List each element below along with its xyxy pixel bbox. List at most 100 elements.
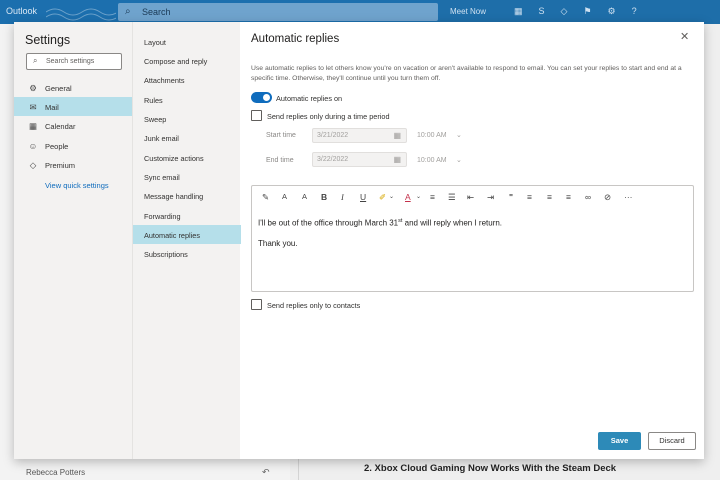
- gear-icon[interactable]: ⚙: [608, 6, 616, 17]
- mail-icon: ✉: [29, 102, 37, 112]
- global-search-box[interactable]: ⌕ Search: [118, 3, 438, 21]
- reply-message-editor[interactable]: ✎ A A B I U ✐ ⌄ A ⌄ ≡ ☰ ⇤ ⇥ " ≡ ≡ ≡ ∞ ⊘ …: [251, 185, 694, 292]
- increase-indent-icon[interactable]: ⇥: [487, 192, 494, 202]
- contacts-only-checkbox[interactable]: [251, 299, 262, 310]
- diamond-icon[interactable]: ◇: [561, 6, 568, 17]
- discard-button[interactable]: Discard: [648, 432, 696, 450]
- contacts-only-label: Send replies only to contacts: [267, 301, 361, 310]
- bold-icon[interactable]: B: [321, 192, 327, 202]
- nav-item-premium[interactable]: ◇ Premium: [14, 155, 132, 174]
- numbered-list-icon[interactable]: ☰: [448, 192, 456, 202]
- topbar-icons: ▦ S ◇ ⚑ ⚙ ?: [514, 6, 637, 17]
- section-label: Sync email: [144, 173, 180, 182]
- section-label: Rules: [144, 96, 163, 105]
- nav-item-mail[interactable]: ✉ Mail: [14, 97, 132, 116]
- nav-item-label: General: [45, 84, 72, 93]
- end-date-picker[interactable]: 3/22/2022 ▦: [312, 152, 407, 167]
- section-sync-email[interactable]: Sync email: [133, 167, 241, 186]
- formatting-toolbar: ✎ A A B I U ✐ ⌄ A ⌄ ≡ ☰ ⇤ ⇥ " ≡ ≡ ≡ ∞ ⊘ …: [252, 186, 693, 208]
- chevron-down-icon[interactable]: ⌄: [416, 192, 421, 202]
- nav-item-label: Premium: [45, 161, 76, 170]
- section-subscriptions[interactable]: Subscriptions: [133, 244, 241, 263]
- message-sender[interactable]: Rebecca Potters: [26, 468, 85, 477]
- time-period-label: Send replies only during a time period: [267, 112, 390, 121]
- font-color-icon[interactable]: A: [405, 192, 411, 202]
- people-icon: ☺: [28, 141, 38, 151]
- help-icon[interactable]: ?: [632, 6, 637, 17]
- end-date-value: 3/22/2022: [317, 156, 349, 163]
- bullet-list-icon[interactable]: ≡: [430, 192, 435, 202]
- section-label: Message handling: [144, 192, 204, 201]
- nav-item-people[interactable]: ☺ People: [14, 136, 132, 155]
- chevron-down-icon: ⌄: [456, 157, 462, 164]
- decrease-indent-icon[interactable]: ⇤: [467, 192, 474, 202]
- section-rules[interactable]: Rules: [133, 90, 241, 109]
- calendar-icon[interactable]: ▦: [514, 6, 523, 17]
- section-message-handling[interactable]: Message handling: [133, 186, 241, 205]
- section-forwarding[interactable]: Forwarding: [133, 206, 241, 225]
- nav-item-label: People: [45, 142, 69, 151]
- app-name[interactable]: Outlook: [6, 6, 37, 16]
- section-attachments[interactable]: Attachments: [133, 70, 241, 89]
- settings-search-input[interactable]: ⌕ Search settings: [26, 53, 122, 70]
- settings-category-nav: Settings ⌕ Search settings ⚙ General ✉ M…: [14, 22, 132, 459]
- gear-icon: ⚙: [29, 83, 37, 93]
- quote-icon[interactable]: ": [509, 192, 513, 202]
- meet-now-button[interactable]: Meet Now: [450, 7, 486, 16]
- link-icon[interactable]: ∞: [585, 192, 591, 202]
- section-layout[interactable]: Layout: [133, 32, 241, 51]
- time-period-checkbox[interactable]: [251, 110, 262, 121]
- auto-replies-toggle-label: Automatic replies on: [276, 94, 343, 103]
- start-time-label: Start time: [266, 132, 296, 139]
- calendar-icon: ▦: [393, 131, 401, 140]
- auto-replies-description: Use automatic replies to let others know…: [251, 65, 682, 82]
- section-label: Attachments: [144, 76, 185, 85]
- more-options-icon[interactable]: ···: [624, 192, 633, 202]
- close-icon[interactable]: ✕: [680, 30, 689, 43]
- panel-title: Automatic replies: [251, 33, 340, 45]
- section-sweep[interactable]: Sweep: [133, 109, 241, 128]
- chevron-down-icon[interactable]: ⌄: [389, 192, 394, 202]
- font-size-icon[interactable]: A: [302, 192, 307, 202]
- settings-dialog: Settings ⌕ Search settings ⚙ General ✉ M…: [14, 22, 704, 459]
- unlink-icon[interactable]: ⊘: [604, 192, 611, 202]
- calendar-icon: ▦: [393, 155, 401, 164]
- calendar-icon: ▦: [28, 121, 38, 131]
- highlight-icon[interactable]: ✐: [379, 192, 386, 202]
- section-label: Forwarding: [144, 212, 181, 221]
- align-right-icon[interactable]: ≡: [566, 192, 571, 202]
- nav-item-label: Mail: [45, 103, 59, 112]
- nav-item-calendar[interactable]: ▦ Calendar: [14, 116, 132, 135]
- italic-icon[interactable]: I: [341, 192, 344, 202]
- skype-icon[interactable]: S: [539, 6, 545, 17]
- section-junk-email[interactable]: Junk email: [133, 128, 241, 147]
- auto-replies-toggle[interactable]: [251, 92, 272, 103]
- section-compose-and-reply[interactable]: Compose and reply: [133, 51, 241, 70]
- save-button[interactable]: Save: [598, 432, 641, 450]
- section-automatic-replies[interactable]: Automatic replies: [133, 225, 241, 244]
- message-line-1-end: and will reply when I return.: [402, 218, 503, 228]
- end-time-select[interactable]: 10:00 AM: [417, 157, 447, 164]
- message-line-2: Thank you.: [258, 239, 298, 248]
- align-center-icon[interactable]: ≡: [547, 192, 552, 202]
- underline-icon[interactable]: U: [360, 192, 366, 202]
- section-label: Layout: [144, 38, 166, 47]
- font-icon[interactable]: A: [282, 192, 287, 202]
- reply-icon[interactable]: ↶: [262, 467, 270, 478]
- align-left-icon[interactable]: ≡: [527, 192, 532, 202]
- start-time-select[interactable]: 10:00 AM: [417, 132, 447, 139]
- article-headline: 2. Xbox Cloud Gaming Now Works With the …: [364, 463, 617, 474]
- header-pattern: [46, 8, 116, 21]
- search-icon: ⌕: [125, 6, 131, 17]
- view-quick-settings-link[interactable]: View quick settings: [45, 181, 109, 190]
- mail-section-nav: Layout Compose and reply Attachments Rul…: [132, 22, 241, 459]
- start-date-value: 3/21/2022: [317, 132, 349, 139]
- section-customize-actions[interactable]: Customize actions: [133, 148, 241, 167]
- start-date-picker[interactable]: 3/21/2022 ▦: [312, 128, 407, 143]
- format-painter-icon[interactable]: ✎: [262, 192, 269, 202]
- diamond-icon: ◇: [29, 160, 37, 170]
- flag-icon[interactable]: ⚑: [583, 6, 591, 17]
- chevron-down-icon: ⌄: [456, 132, 462, 139]
- nav-item-general[interactable]: ⚙ General: [14, 78, 132, 97]
- section-label: Subscriptions: [144, 250, 188, 259]
